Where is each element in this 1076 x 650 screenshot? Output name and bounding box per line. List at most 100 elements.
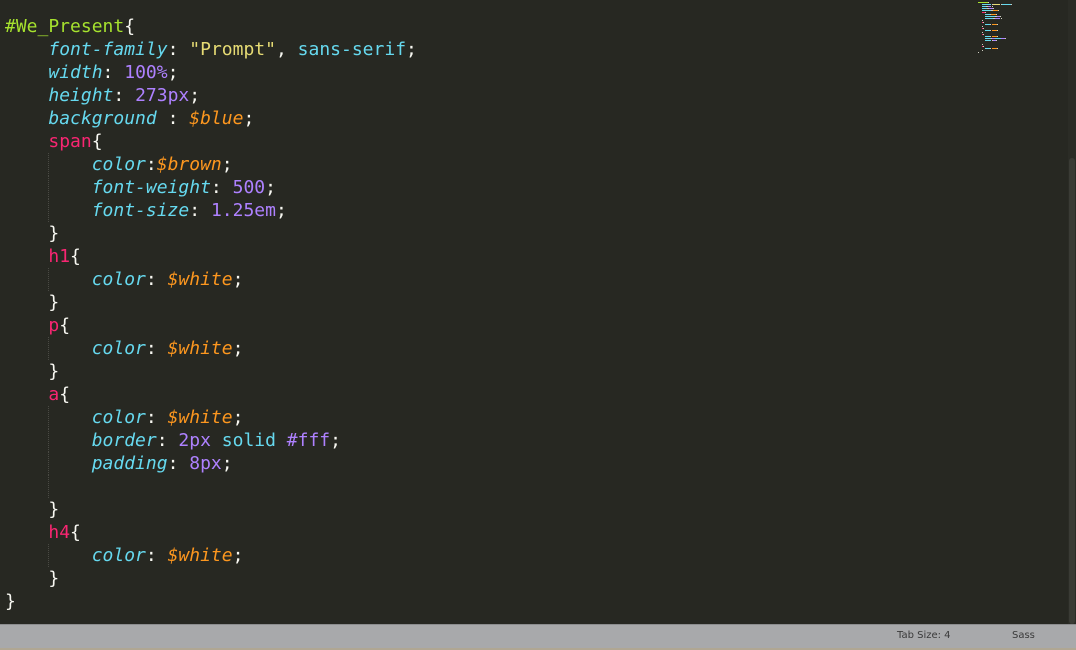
indent-guide [48,176,50,199]
code-token: "Prompt" [189,39,276,60]
code-area[interactable]: #We_Present{ font-family: "Prompt", sans… [5,15,417,613]
code-line[interactable]: color: $white; [5,268,417,291]
code-token: p [48,315,60,336]
code-token: h1 [48,246,71,267]
code-token: ; [275,200,287,221]
code-token: : [210,177,233,198]
code-line[interactable]: background : $blue; [5,107,417,130]
code-token: } [48,499,60,520]
minimap-stroke [981,26,983,27]
code-token: 273px [135,85,190,106]
minimap-stroke [981,10,991,11]
code-line[interactable]: color: $white; [5,406,417,429]
minimap-stroke [996,14,998,15]
code-token: font-family [48,39,168,60]
code-token: { [59,315,71,336]
minimap-stroke [985,18,994,19]
minimap-stroke [985,16,996,17]
code-token: h4 [48,522,71,543]
code-token: ; [406,39,417,60]
code-token: : [145,154,157,175]
code-token: color [91,407,146,428]
code-token: $brown [156,154,222,175]
code-token: } [5,591,16,612]
code-line[interactable]: width: 100%; [5,61,417,84]
code-line[interactable]: color:$brown; [5,153,417,176]
code-token: { [124,16,136,37]
code-token: 1.25em [210,200,276,221]
code-token: ; [221,154,233,175]
minimap[interactable] [978,0,1048,170]
code-token: $white [167,338,233,359]
code-token: { [70,246,81,267]
indent-guide [48,337,50,360]
code-token: background [48,108,157,129]
code-token: sans-serif [297,39,407,60]
syntax-selector[interactable]: Sass [1012,630,1035,641]
code-line[interactable]: } [5,291,417,314]
code-token: color [91,269,146,290]
code-line[interactable]: height: 273px; [5,84,417,107]
code-token: ; [243,108,255,129]
code-token: { [70,522,81,543]
tab-size-indicator[interactable]: Tab Size: 4 [897,630,951,641]
code-line[interactable]: a{ [5,383,417,406]
code-token: padding [91,453,168,474]
status-bar: Tab Size: 4 Sass [0,624,1076,650]
code-token: } [48,292,60,313]
code-line[interactable]: h4{ [5,521,417,544]
minimap-stroke [978,2,988,3]
code-token: , [275,39,298,60]
code-token: : [145,545,168,566]
code-token: solid [210,430,287,451]
code-token: font-weight [91,177,211,198]
code-line[interactable]: color: $white; [5,544,417,567]
indent-guide [48,429,50,452]
code-token: ; [167,62,179,83]
code-line[interactable]: } [5,590,417,613]
code-line[interactable] [5,475,417,498]
code-token: $white [167,269,233,290]
code-token: : [189,200,211,221]
indent-guide [48,452,50,475]
code-line[interactable]: color: $white; [5,337,417,360]
minimap-stroke [978,52,979,53]
code-line[interactable]: font-weight: 500; [5,176,417,199]
code-token: 2px [178,430,211,451]
code-line[interactable]: padding: 8px; [5,452,417,475]
code-token: width [48,62,103,83]
code-line[interactable]: } [5,360,417,383]
minimap-stroke [982,28,984,29]
code-token: 500 [232,177,266,198]
code-editor[interactable]: #We_Present{ font-family: "Prompt", sans… [0,0,1068,624]
minimap-stroke [993,4,1001,5]
code-token: : [102,62,125,83]
code-line[interactable]: h1{ [5,245,417,268]
code-line[interactable]: border: 2px solid #fff; [5,429,417,452]
minimap-stroke [996,30,998,31]
indent-guide [48,544,50,567]
minimap-stroke [983,46,985,47]
vertical-scrollbar-thumb[interactable] [1069,158,1075,624]
indent-guide [48,406,50,429]
code-token: } [48,568,60,589]
code-line[interactable]: #We_Present{ [5,15,417,38]
code-line[interactable]: } [5,222,417,245]
code-token: 8px [189,453,222,474]
code-line[interactable]: span{ [5,130,417,153]
code-token: #fff [286,430,331,451]
indent-guide [48,268,50,291]
code-line[interactable]: } [5,498,417,521]
code-line[interactable]: font-size: 1.25em; [5,199,417,222]
code-line[interactable]: p{ [5,314,417,337]
code-token: ; [189,85,201,106]
code-line[interactable]: } [5,567,417,590]
minimap-stroke [1002,4,1012,5]
code-line[interactable]: font-family: "Prompt", sans-serif; [5,38,417,61]
